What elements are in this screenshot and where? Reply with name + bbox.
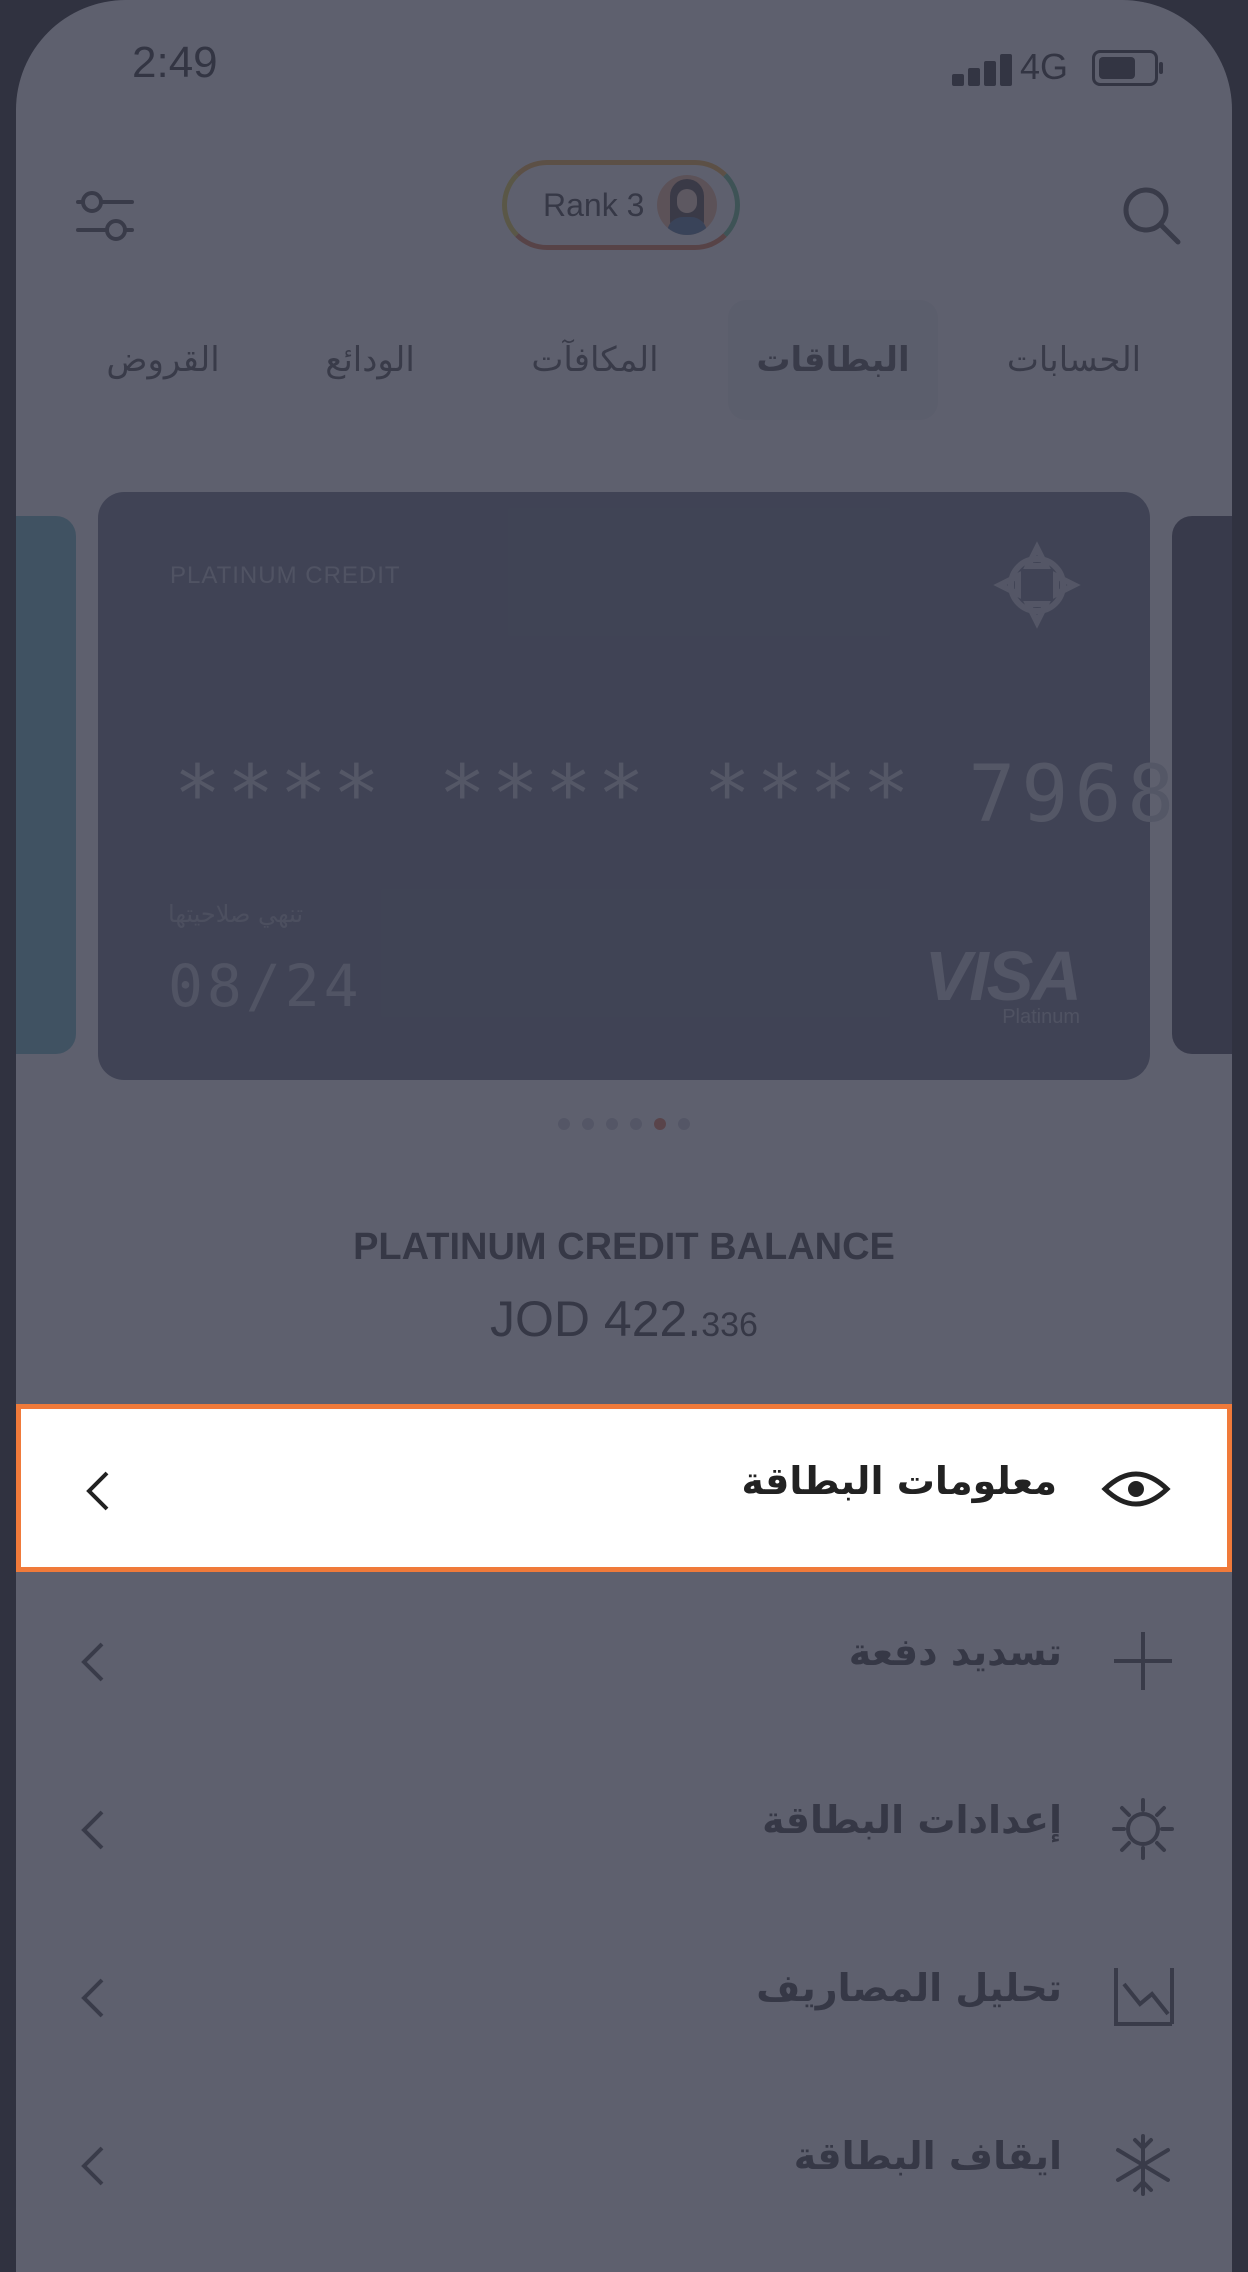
balance-decimals: 336 bbox=[701, 1306, 758, 1344]
tab-accounts[interactable]: الحسابات bbox=[964, 300, 1184, 420]
tab-loans[interactable]: القروض bbox=[78, 300, 248, 420]
chevron-left-icon bbox=[81, 1642, 104, 1682]
menu-label: معلومات البطاقة bbox=[741, 1459, 1057, 1503]
bank-logo-icon bbox=[993, 541, 1081, 629]
balance-main: JOD 422. bbox=[490, 1291, 702, 1347]
top-header: Rank 3 bbox=[16, 140, 1232, 270]
previous-card[interactable] bbox=[16, 516, 76, 1054]
card-type: PLATINUM CREDIT bbox=[170, 562, 401, 589]
signal-icon bbox=[952, 52, 1024, 86]
menu-label: تحليل المصاريف bbox=[756, 1966, 1062, 2010]
pager-dot[interactable] bbox=[678, 1118, 690, 1130]
expiry-label: تنهي صلاحيتها bbox=[168, 900, 304, 928]
menu-freeze[interactable]: ايقاف البطاقة bbox=[16, 2084, 1232, 2244]
menu-label: ايقاف البطاقة bbox=[793, 2134, 1062, 2178]
card-pager bbox=[16, 1118, 1232, 1130]
pager-dot[interactable] bbox=[558, 1118, 570, 1130]
menu-card-info[interactable]: معلومات البطاقة bbox=[16, 1404, 1232, 1572]
balance-title: PLATINUM CREDIT BALANCE bbox=[353, 1226, 895, 1268]
menu-analysis[interactable]: تحليل المصاريف bbox=[16, 1916, 1232, 2076]
next-card[interactable] bbox=[1172, 516, 1232, 1054]
snowflake-icon bbox=[1116, 2134, 1170, 2196]
tab-bar: الحسابات البطاقات المكافآت الودائع القرو… bbox=[16, 300, 1232, 430]
pager-dot[interactable] bbox=[606, 1118, 618, 1130]
chevron-left-icon bbox=[81, 2146, 104, 2186]
chevron-left-icon bbox=[81, 1810, 104, 1850]
search-icon[interactable] bbox=[1116, 180, 1186, 250]
network-label: 4G bbox=[1020, 46, 1069, 87]
chart-icon bbox=[1114, 1968, 1174, 2026]
status-time: 2:49 bbox=[132, 38, 218, 87]
pager-dot[interactable] bbox=[630, 1118, 642, 1130]
filter-icon[interactable] bbox=[70, 180, 140, 250]
credit-card[interactable]: PLATINUM CREDIT **** **** **** 7968 تنهي… bbox=[98, 492, 1174, 1080]
expiry-date: 08/24 bbox=[168, 952, 363, 1020]
rank-badge[interactable]: Rank 3 bbox=[502, 160, 740, 250]
visa-logo: VISA bbox=[924, 937, 1082, 1015]
card-number: **** **** **** 7968 bbox=[174, 750, 1181, 840]
chevron-left-icon bbox=[86, 1471, 109, 1511]
gear-icon bbox=[1112, 1798, 1174, 1860]
plus-icon bbox=[1114, 1632, 1172, 1690]
tab-cards[interactable]: البطاقات bbox=[728, 300, 938, 420]
menu-label: إعدادات البطاقة bbox=[762, 1798, 1062, 1842]
pager-dot-active[interactable] bbox=[654, 1118, 666, 1130]
chevron-left-icon bbox=[81, 1978, 104, 2018]
tab-rewards[interactable]: المكافآت bbox=[490, 300, 700, 420]
battery-icon bbox=[1092, 50, 1163, 86]
balance-amount: JOD 422.336 bbox=[16, 1290, 1232, 1348]
avatar bbox=[657, 175, 717, 235]
rank-label: Rank 3 bbox=[543, 186, 645, 223]
tab-deposits[interactable]: الودائع bbox=[280, 300, 460, 420]
menu-label: تسديد دفعة bbox=[848, 1630, 1062, 1674]
phone-screen: 2:49 4G Rank 3 الحسابات البطاقات المكافآ… bbox=[16, 0, 1232, 2272]
status-bar: 2:49 4G bbox=[16, 0, 1232, 130]
visa-tier: Platinum bbox=[1002, 1006, 1080, 1028]
pager-dot[interactable] bbox=[582, 1118, 594, 1130]
menu-pay[interactable]: تسديد دفعة bbox=[16, 1580, 1232, 1740]
menu-settings[interactable]: إعدادات البطاقة bbox=[16, 1748, 1232, 1908]
eye-icon bbox=[1101, 1471, 1171, 1507]
